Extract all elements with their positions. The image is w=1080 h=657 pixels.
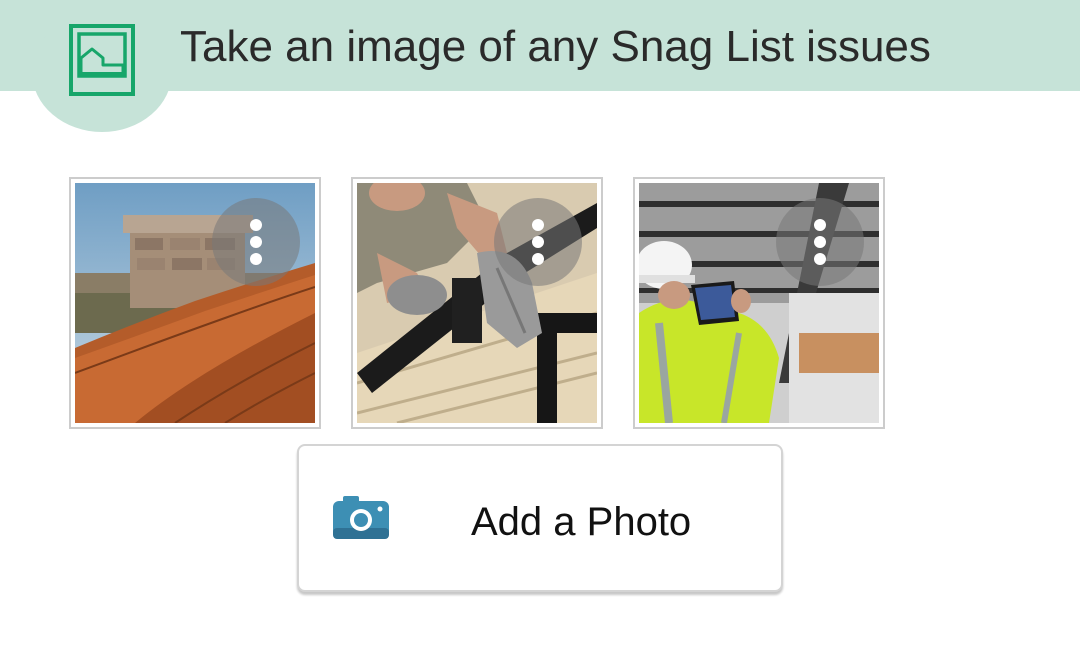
- more-vertical-icon[interactable]: [494, 198, 582, 286]
- page-title: Take an image of any Snag List issues: [180, 22, 931, 71]
- camera-icon: [333, 496, 389, 539]
- photo-thumbnail[interactable]: [633, 177, 885, 429]
- photo-thumbnail[interactable]: [69, 177, 321, 429]
- add-photo-label: Add a Photo: [471, 500, 692, 544]
- add-photo-button[interactable]: Add a Photo: [297, 444, 783, 592]
- more-vertical-icon[interactable]: [212, 198, 300, 286]
- photo-thumbnail[interactable]: [351, 177, 603, 429]
- snag-list-photo-screen: Take an image of any Snag List issues Ad…: [0, 0, 1080, 657]
- house-picture-icon: [69, 24, 135, 96]
- more-vertical-icon[interactable]: [776, 198, 864, 286]
